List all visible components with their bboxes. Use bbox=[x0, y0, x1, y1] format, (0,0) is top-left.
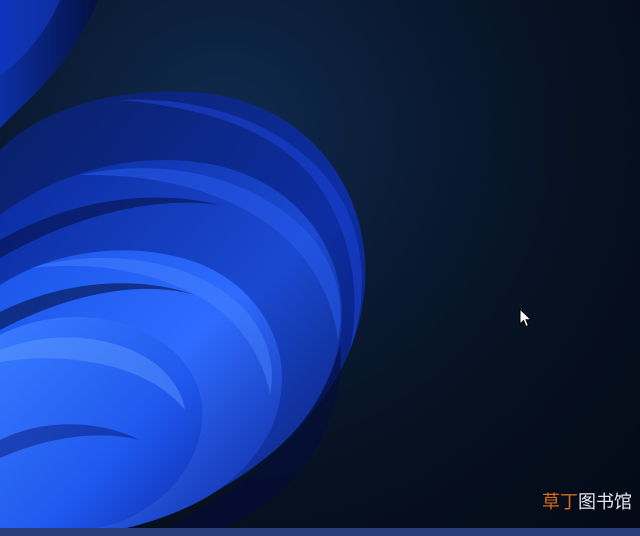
watermark-text-orange: 草丁 bbox=[542, 492, 578, 513]
wallpaper-bloom bbox=[0, 0, 366, 536]
taskbar-edge[interactable] bbox=[0, 528, 640, 536]
watermark-text-white: 图书馆 bbox=[578, 492, 632, 513]
watermark: 草丁 图书馆 bbox=[542, 492, 632, 514]
desktop[interactable]: 草丁 图书馆 bbox=[0, 0, 640, 536]
mouse-pointer-icon bbox=[519, 308, 533, 328]
